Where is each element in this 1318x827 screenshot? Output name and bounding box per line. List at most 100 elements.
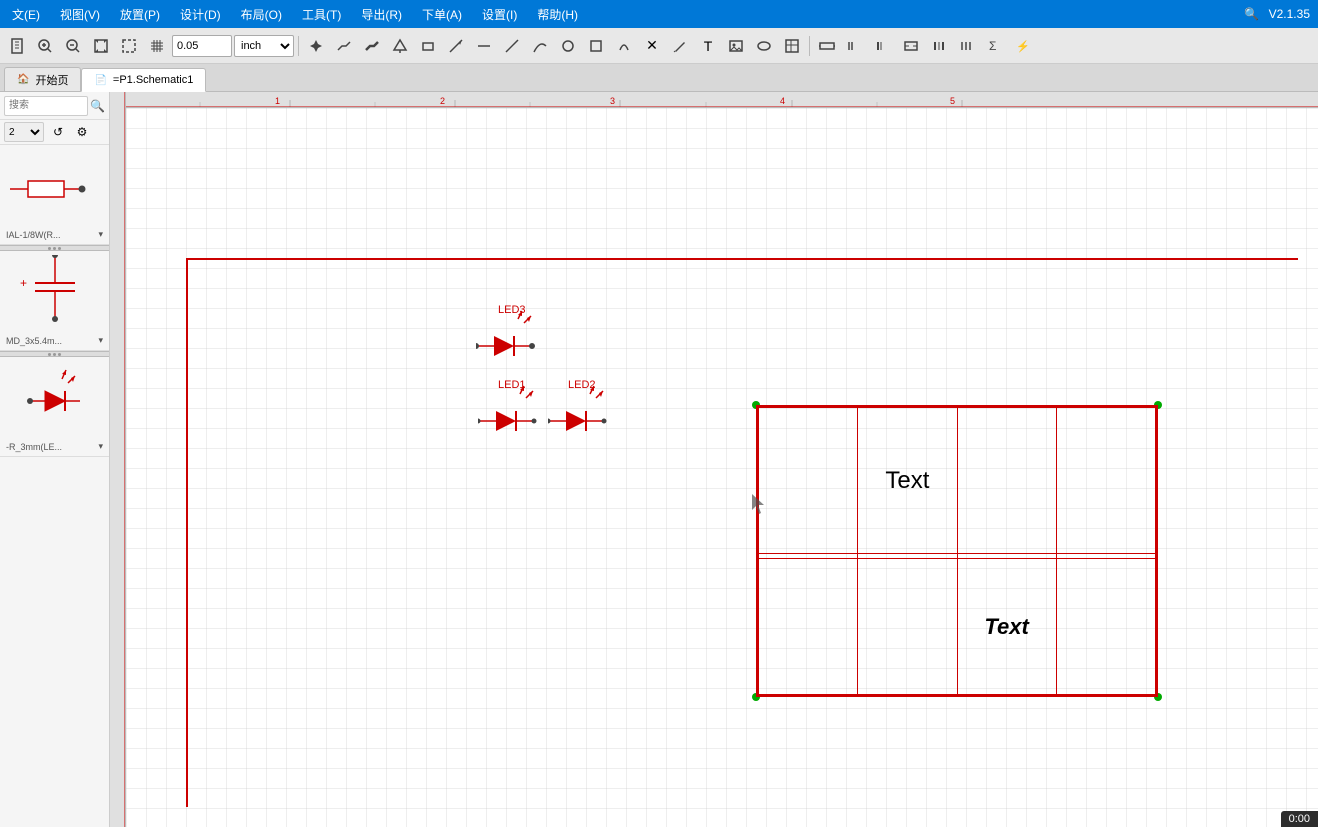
menu-tools[interactable]: 工具(T) <box>298 4 345 25</box>
table-cell-r3c3[interactable]: Text <box>957 559 1056 695</box>
sidebar-refresh-btn[interactable]: ↺ <box>48 122 68 142</box>
led3-component[interactable]: LED3 <box>476 303 556 381</box>
menu-layout[interactable]: 布局(O) <box>237 4 286 25</box>
toolbar-square[interactable] <box>583 33 609 59</box>
toolbar-comp6[interactable] <box>954 33 980 59</box>
resistor-preview <box>4 149 105 229</box>
snap-value-input[interactable] <box>172 35 232 57</box>
toolbar-comp5[interactable] <box>926 33 952 59</box>
app-version: V2.1.35 <box>1269 7 1310 21</box>
table-cell-r1c1[interactable] <box>759 408 858 554</box>
toolbar-new[interactable] <box>4 33 30 59</box>
table-cell-r3c4[interactable] <box>1056 559 1155 695</box>
capacitor-dropdown-arrow[interactable]: ▾ <box>98 335 103 346</box>
sidebar-num-select[interactable]: 2 1 3 4 <box>4 122 44 142</box>
capacitor-label: MD_3x5.4m... ▾ <box>4 335 105 346</box>
resistor-dropdown-arrow[interactable]: ▾ <box>98 229 103 240</box>
toolbar-zoom-in[interactable] <box>32 33 58 59</box>
schematic-canvas[interactable]: LED3 <box>126 108 1318 827</box>
toolbar-sep-1 <box>298 36 299 56</box>
table-cell-r1c3[interactable] <box>957 408 1056 554</box>
tabbar: 🏠 开始页 📄 =P1.Schematic1 <box>0 64 1318 92</box>
schematic-table[interactable]: Text <box>756 405 1158 697</box>
menu-export[interactable]: 导出(R) <box>357 4 406 25</box>
table-cell-r1c2[interactable]: Text <box>858 408 957 554</box>
svg-text:⚡: ⚡ <box>1016 40 1030 53</box>
toolbar-ellipse[interactable] <box>751 33 777 59</box>
divider-dots <box>48 247 61 250</box>
vertical-ruler <box>110 92 126 827</box>
titlebar: 文(E) 视图(V) 放置(P) 设计(D) 布局(O) 工具(T) 导出(R)… <box>0 0 1318 28</box>
schematic-table-container: Text <box>756 405 1158 697</box>
toolbar-comp4[interactable] <box>898 33 924 59</box>
led2-component[interactable]: LED2 <box>548 378 628 456</box>
sidebar-component-resistor: IAL-1/8W(R... ▾ <box>0 145 109 245</box>
table-cell-r3c1[interactable] <box>759 559 858 695</box>
menu-settings[interactable]: 设置(I) <box>478 4 521 25</box>
tab-schematic-label: =P1.Schematic1 <box>113 74 193 86</box>
svg-text:3: 3 <box>610 96 615 106</box>
doc-icon: 📄 <box>94 75 106 86</box>
sidebar-settings-btn[interactable]: ⚙ <box>72 122 92 142</box>
svg-text:+: + <box>20 276 27 290</box>
toolbar-arc[interactable] <box>611 33 637 59</box>
toolbar-zoom-out[interactable] <box>60 33 86 59</box>
svg-text:4: 4 <box>780 96 785 106</box>
toolbar-sep-2 <box>809 36 810 56</box>
toolbar-line[interactable] <box>443 33 469 59</box>
led-dropdown-arrow[interactable]: ▾ <box>98 441 103 452</box>
unit-select[interactable]: inch mm mil <box>234 35 294 57</box>
tab-home-label: 开始页 <box>35 72 68 88</box>
toolbar-curve[interactable] <box>527 33 553 59</box>
toolbar-fit[interactable] <box>88 33 114 59</box>
toolbar-netpin[interactable] <box>387 33 413 59</box>
menu-bar[interactable]: 文(E) 视图(V) 放置(P) 设计(D) 布局(O) 工具(T) 导出(R)… <box>8 4 582 25</box>
toolbar-select[interactable] <box>116 33 142 59</box>
title-search-icon[interactable]: 🔍 <box>1243 5 1261 23</box>
toolbar-pen[interactable] <box>667 33 693 59</box>
table-cell-r1c4[interactable] <box>1056 408 1155 554</box>
menu-place[interactable]: 放置(P) <box>116 4 164 25</box>
toolbar-delete[interactable]: ✕ <box>639 33 665 59</box>
led-preview <box>4 361 105 441</box>
sidebar: 🔍 2 1 3 4 ↺ ⚙ <box>0 92 110 827</box>
toolbar-diag-line[interactable] <box>499 33 525 59</box>
toolbar-move[interactable] <box>303 33 329 59</box>
toolbar-text[interactable]: T <box>695 33 721 59</box>
toolbar-comp2[interactable] <box>842 33 868 59</box>
toolbar-draw-tools[interactable] <box>471 33 497 59</box>
toolbar-rect[interactable] <box>415 33 441 59</box>
capacitor-preview: + <box>4 255 105 335</box>
tab-home[interactable]: 🏠 开始页 <box>4 67 81 91</box>
menu-edit[interactable]: 文(E) <box>8 4 44 25</box>
sidebar-controls: 2 1 3 4 ↺ ⚙ <box>0 120 109 145</box>
toolbar-bus[interactable] <box>359 33 385 59</box>
led-label: -R_3mm(LE... ▾ <box>4 441 105 452</box>
table-cell-r3c2[interactable] <box>858 559 957 695</box>
svg-text:Σ: Σ <box>989 39 996 53</box>
table-row-1: Text <box>759 408 1156 554</box>
main-layout: 🔍 2 1 3 4 ↺ ⚙ <box>0 92 1318 827</box>
toolbar-comp7[interactable]: Σ <box>982 33 1008 59</box>
toolbar-image[interactable] <box>723 33 749 59</box>
svg-text:5: 5 <box>950 96 955 106</box>
svg-text:1: 1 <box>275 96 280 106</box>
toolbar-table[interactable] <box>779 33 805 59</box>
toolbar-comp8[interactable]: ⚡ <box>1010 33 1036 59</box>
status-time: 0:00 <box>1289 813 1310 825</box>
divider-dots-2 <box>48 353 61 356</box>
sidebar-search-input[interactable] <box>4 96 88 116</box>
menu-view[interactable]: 视图(V) <box>56 4 104 25</box>
toolbar-grid[interactable] <box>144 33 170 59</box>
led1-component[interactable]: LED1 <box>478 378 558 456</box>
menu-order[interactable]: 下单(A) <box>418 4 466 25</box>
sidebar-search-icon[interactable]: 🔍 <box>90 99 105 113</box>
home-icon: 🏠 <box>17 74 29 85</box>
toolbar-circle[interactable] <box>555 33 581 59</box>
toolbar-comp1[interactable] <box>814 33 840 59</box>
toolbar-comp3[interactable] <box>870 33 896 59</box>
menu-help[interactable]: 帮助(H) <box>533 4 582 25</box>
tab-schematic[interactable]: 📄 =P1.Schematic1 <box>81 68 206 92</box>
toolbar-wire[interactable] <box>331 33 357 59</box>
menu-design[interactable]: 设计(D) <box>176 4 225 25</box>
